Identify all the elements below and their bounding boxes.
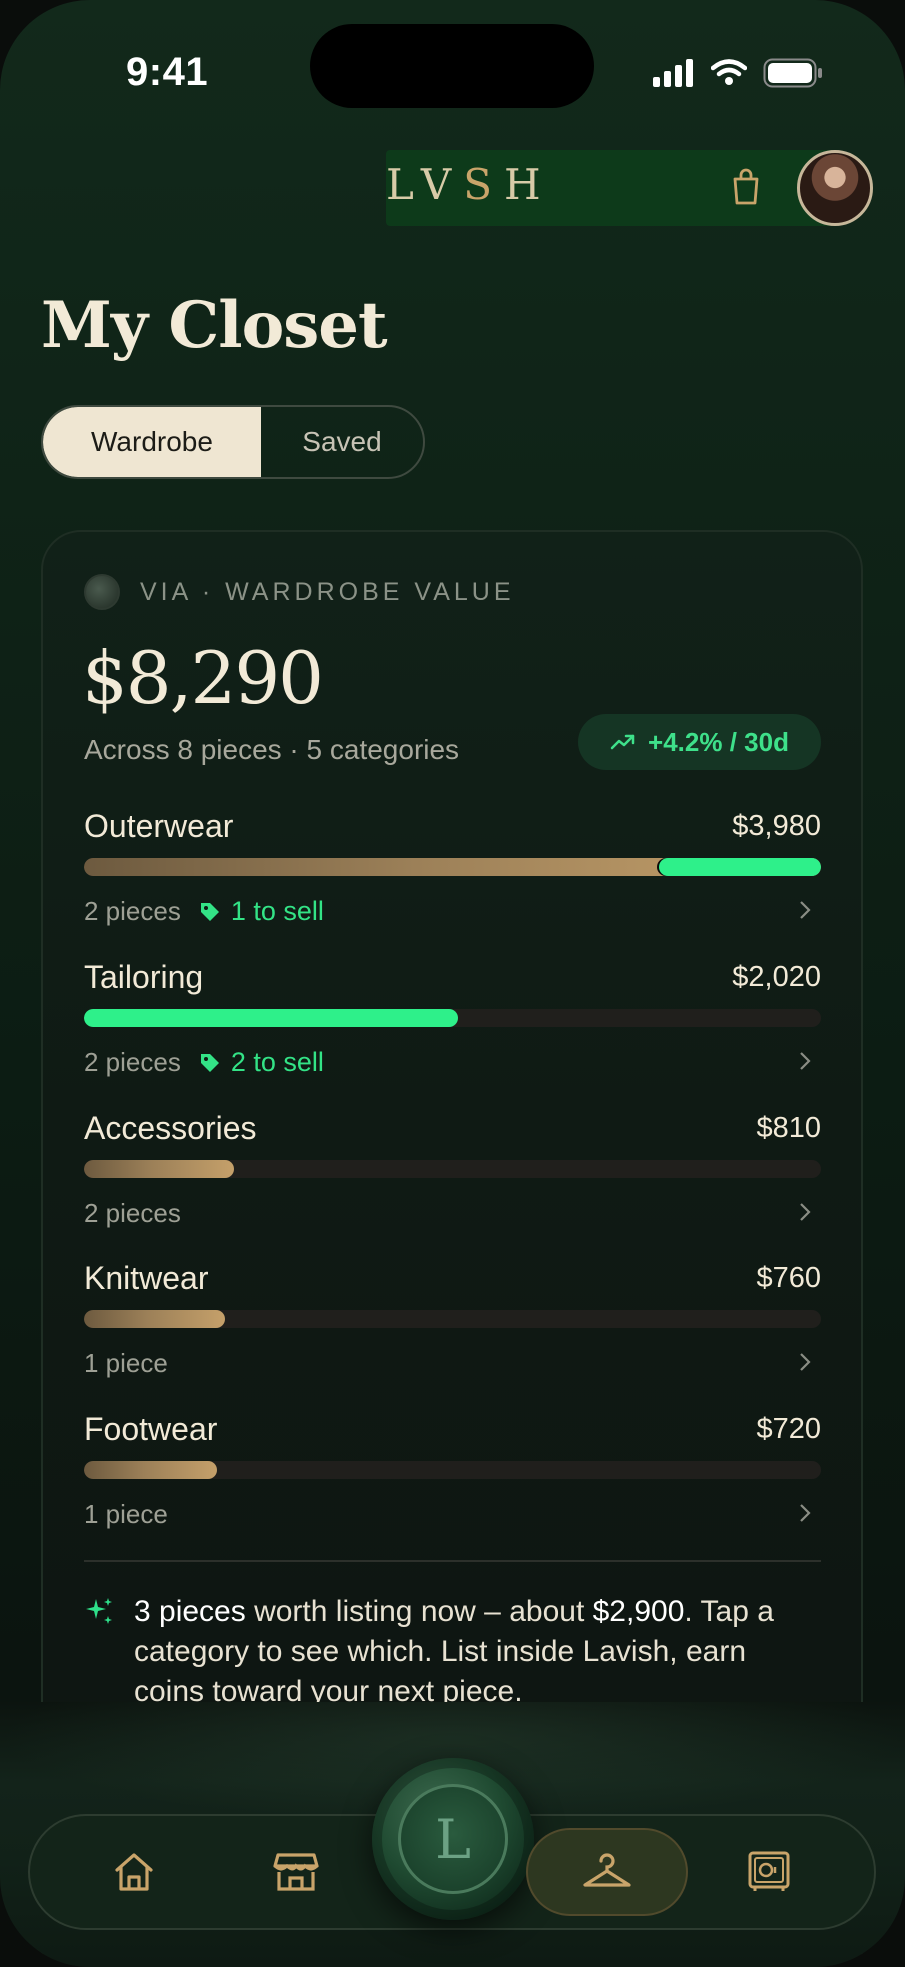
- sell-portion-bar: [658, 858, 821, 876]
- trend-badge: +4.2% / 30d: [578, 714, 821, 770]
- brand-logo[interactable]: LVSH: [386, 160, 553, 209]
- signal-icon: [653, 59, 693, 87]
- category-bar: [84, 1461, 821, 1479]
- category-name: Accessories: [84, 1110, 257, 1146]
- status-icons: [653, 58, 823, 88]
- sell-tag: 2 to sell: [199, 1047, 324, 1078]
- seal-monogram: L: [398, 1784, 508, 1894]
- insight-message: 3 pieces worth listing now – about $2,90…: [84, 1592, 821, 1702]
- sparkle-icon: [86, 1598, 112, 1624]
- shopping-bag-icon[interactable]: [732, 168, 760, 211]
- tab-closet[interactable]: [526, 1828, 688, 1916]
- category-value: $720: [756, 1413, 821, 1445]
- category-name: Knitwear: [84, 1260, 209, 1296]
- home-icon: [115, 1853, 153, 1891]
- chevron-right-icon: [800, 1504, 811, 1522]
- category-value: $760: [756, 1262, 821, 1294]
- category-bar-fill: [84, 1310, 225, 1328]
- wifi-icon: [711, 59, 747, 85]
- hanger-icon: [583, 1853, 631, 1887]
- chevron-right-icon: [800, 901, 811, 919]
- status-time: 9:41: [126, 50, 209, 94]
- via-header: VIA · WARDROBE VALUE: [84, 574, 515, 610]
- total-value: $8,290: [82, 636, 324, 720]
- tab-home[interactable]: [74, 1830, 194, 1914]
- category-value: $2,020: [732, 961, 821, 993]
- chevron-right-icon: [800, 1052, 811, 1070]
- view-toggle: Wardrobe Saved: [41, 405, 425, 479]
- category-bar-fill: [84, 1009, 458, 1027]
- app-screen: 9:41 LVSH My Closet Wardrobe Saved VIA ·…: [0, 0, 905, 1967]
- via-coin-icon: [84, 574, 120, 610]
- sell-tag: 1 to sell: [199, 896, 324, 927]
- tag-icon: [200, 902, 219, 921]
- page-title: My Closet: [41, 288, 388, 363]
- summary-text: Across 8 pieces · 5 categories: [84, 734, 460, 765]
- category-value: $3,980: [732, 810, 821, 842]
- category-value: $810: [756, 1112, 821, 1144]
- lavish-seal-button[interactable]: L: [372, 1758, 534, 1920]
- trend-up-icon: [610, 734, 635, 750]
- chevron-right-icon: [800, 1203, 811, 1221]
- tag-icon: [200, 1053, 219, 1072]
- tab-shop[interactable]: [236, 1830, 356, 1914]
- category-name: Outerwear: [84, 808, 234, 844]
- piece-count: 2 pieces: [84, 1198, 181, 1228]
- category-name: Tailoring: [84, 959, 204, 995]
- category-bar: [84, 858, 821, 876]
- piece-count: 1 piece: [84, 1348, 168, 1378]
- category-bar: [84, 1310, 821, 1328]
- avatar[interactable]: [797, 150, 873, 226]
- storefront-icon: [273, 1853, 319, 1891]
- category-bar: [84, 1009, 821, 1027]
- tab-saved[interactable]: Saved: [261, 407, 423, 477]
- piece-count: 2 pieces: [84, 1047, 181, 1077]
- category-bar-fill: [84, 1160, 235, 1178]
- tab-vault[interactable]: [709, 1830, 829, 1914]
- category-bar: [84, 1160, 821, 1178]
- safe-icon: [748, 1851, 790, 1891]
- via-label: VIA · WARDROBE VALUE: [140, 577, 515, 606]
- divider: [84, 1560, 821, 1562]
- category-bar-fill: [84, 1461, 218, 1479]
- dynamic-island: [310, 24, 594, 108]
- chevron-right-icon: [800, 1353, 811, 1371]
- piece-count: 2 pieces: [84, 896, 181, 926]
- battery-icon: [763, 58, 822, 88]
- category-name: Footwear: [84, 1411, 218, 1447]
- piece-count: 1 piece: [84, 1499, 168, 1529]
- tab-wardrobe[interactable]: Wardrobe: [43, 407, 261, 477]
